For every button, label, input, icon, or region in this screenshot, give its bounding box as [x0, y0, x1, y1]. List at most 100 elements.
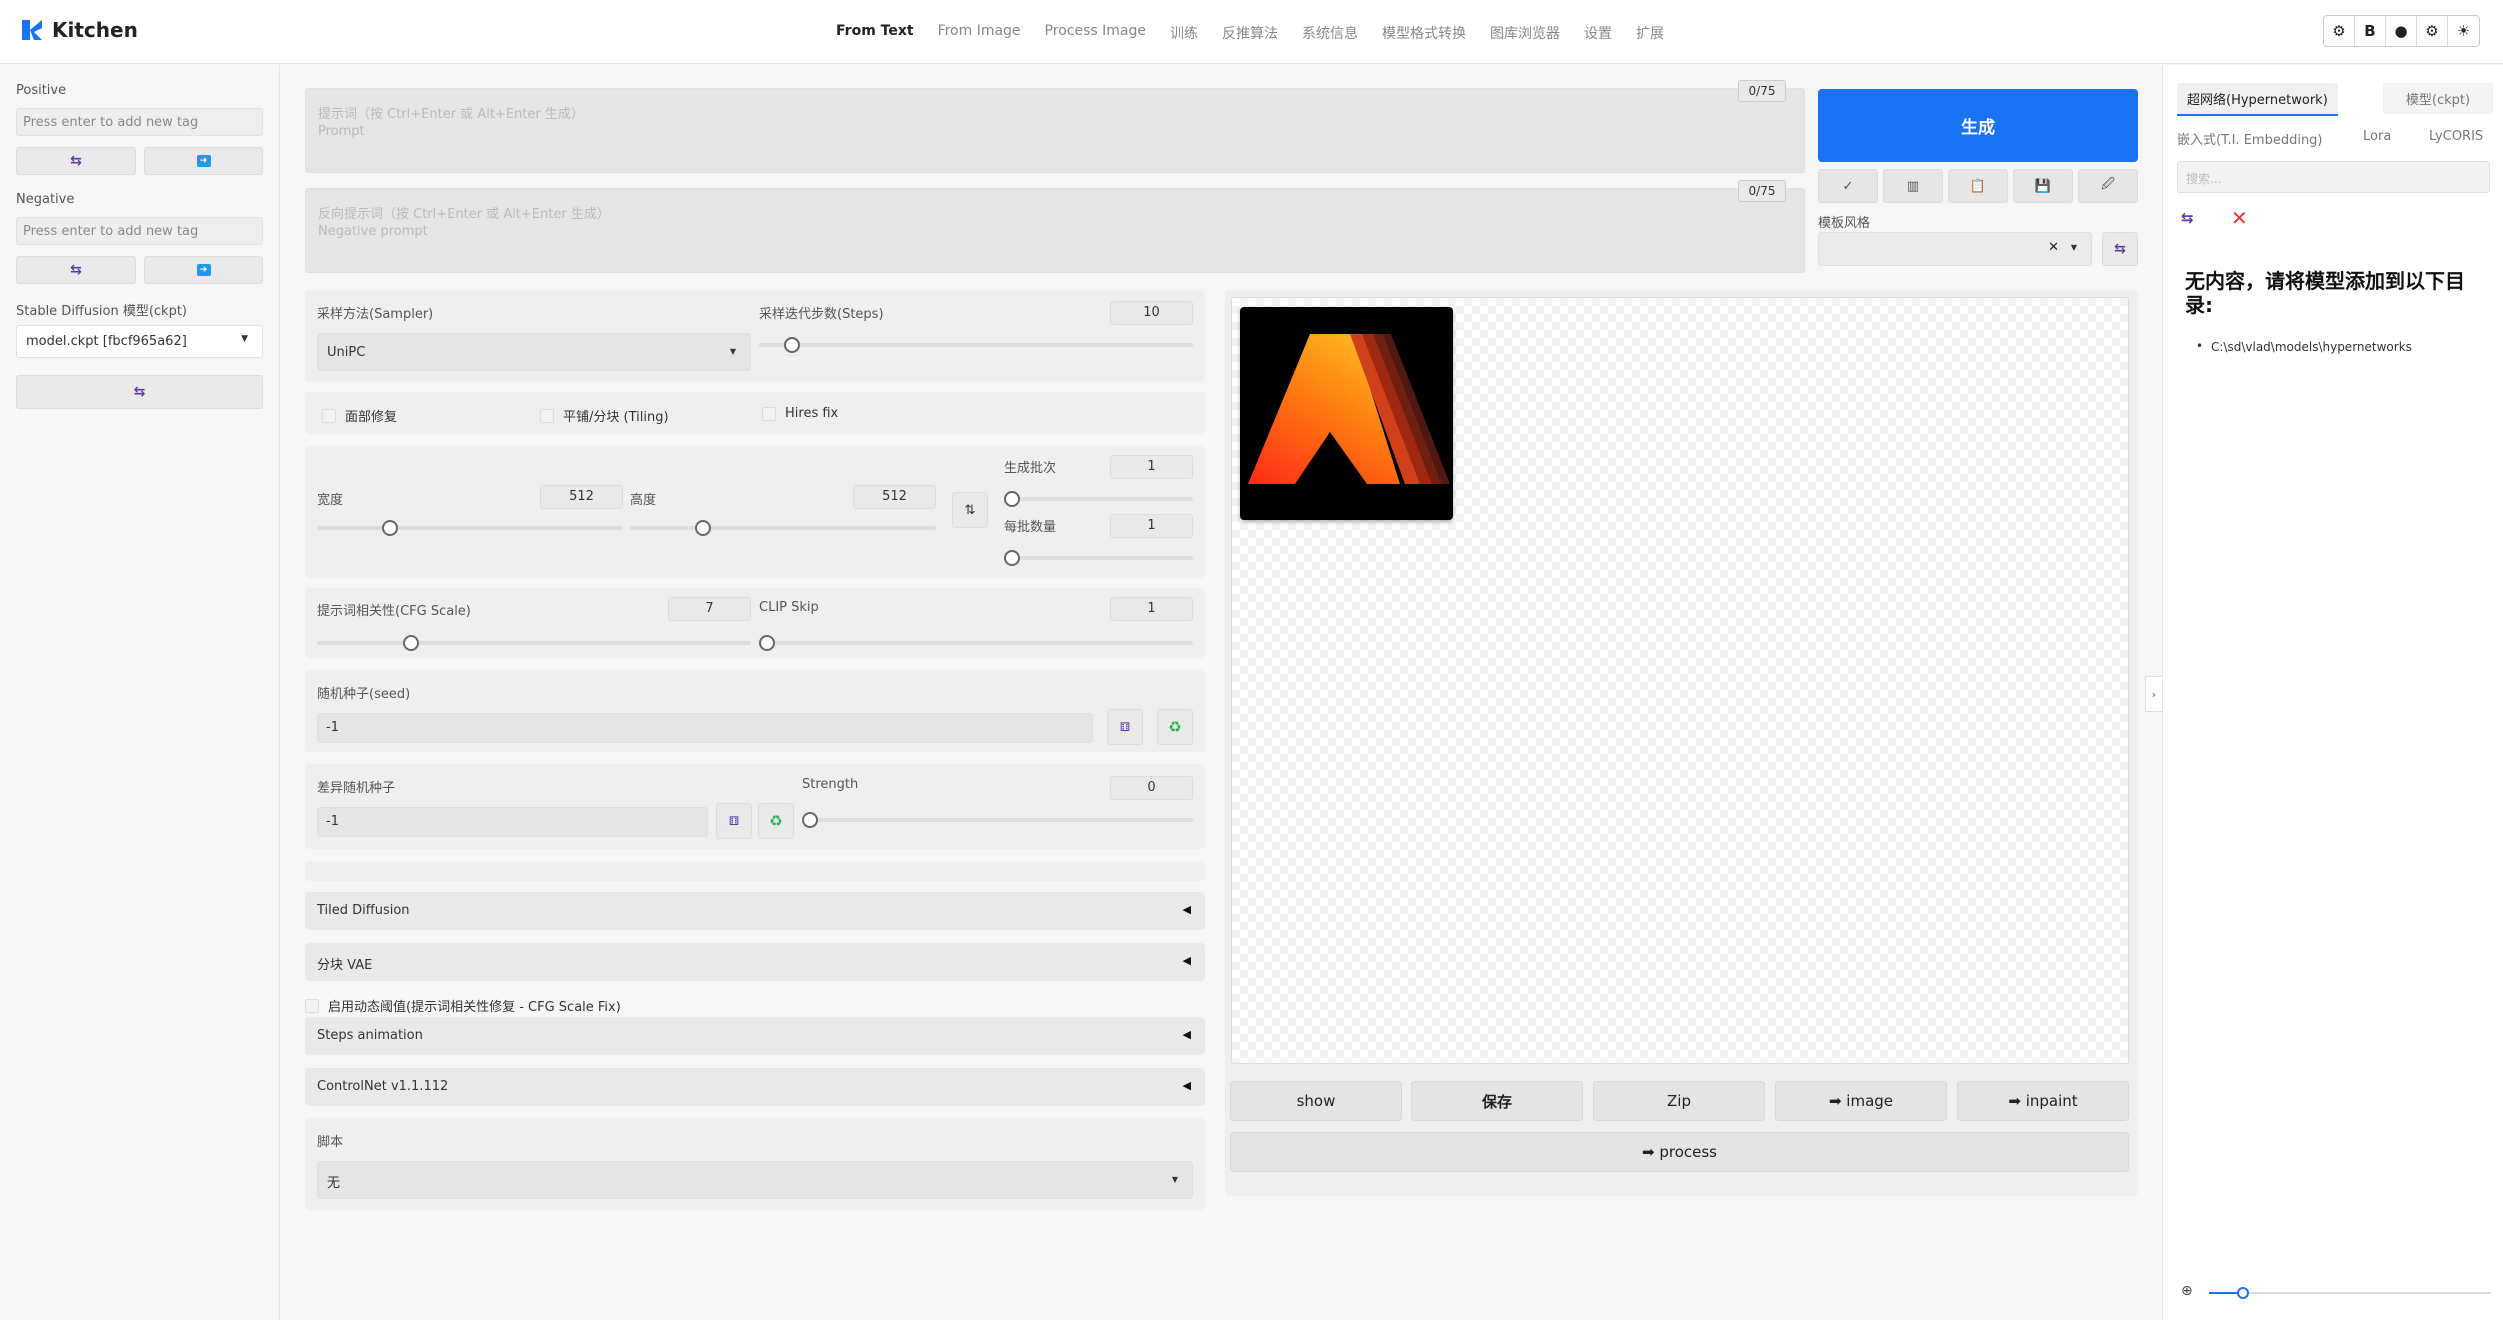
batch-size-slider[interactable]: [1004, 550, 1193, 566]
batch-size-number[interactable]: 1: [1110, 514, 1193, 538]
bold-b-icon[interactable]: B: [2355, 16, 2386, 46]
strength-slider[interactable]: [802, 812, 1193, 828]
clip-skip-slider-knob[interactable]: [759, 635, 775, 651]
gallery-thumbnail[interactable]: [1240, 307, 1453, 520]
model-refresh-button[interactable]: ⇆: [16, 375, 263, 409]
clear-icon[interactable]: ✕: [2048, 240, 2059, 255]
clip-skip-label: CLIP Skip: [759, 600, 819, 615]
zoom-slider[interactable]: [2209, 1287, 2491, 1299]
tiled-diffusion-accordion[interactable]: Tiled Diffusion ◀: [305, 892, 1205, 930]
tab-embedding[interactable]: 嵌入式(T.I. Embedding): [2173, 123, 2327, 154]
chevron-right-icon[interactable]: ›: [2145, 676, 2162, 712]
variation-reuse-button[interactable]: ♻: [758, 803, 794, 839]
steps-label: 采样迭代步数(Steps): [759, 307, 884, 322]
swap-dimensions-button[interactable]: ⇅: [952, 492, 988, 528]
positive-send-button[interactable]: ➜: [144, 147, 263, 175]
batch-count-slider[interactable]: [1004, 491, 1193, 507]
strength-number[interactable]: 0: [1110, 776, 1193, 800]
nav-settings[interactable]: 设置: [1572, 20, 1624, 46]
zip-button[interactable]: Zip: [1593, 1081, 1765, 1121]
nav-extensions[interactable]: 扩展: [1624, 20, 1676, 46]
checkbox-box[interactable]: [762, 406, 776, 421]
edit-style-button[interactable]: 🖉: [2078, 169, 2138, 203]
variation-random-button[interactable]: ⚅: [716, 803, 752, 839]
checkbox-box[interactable]: [540, 408, 554, 423]
theme-sun-icon[interactable]: ☀: [2448, 16, 2479, 46]
tab-lycoris[interactable]: LyCORIS: [2425, 123, 2487, 150]
positive-swap-button[interactable]: ⇆: [16, 147, 136, 175]
nav-image-browser[interactable]: 图库浏览器: [1478, 20, 1572, 46]
batch-count-slider-knob[interactable]: [1004, 491, 1020, 507]
clip-skip-slider[interactable]: [759, 635, 1193, 651]
clear-prompt-button[interactable]: ▥: [1883, 169, 1943, 203]
send-to-image-button[interactable]: ➡ image: [1775, 1081, 1947, 1121]
app-logo[interactable]: Kitchen: [22, 18, 138, 42]
refresh-icon[interactable]: ⇆: [2181, 209, 2194, 227]
negative-send-button[interactable]: ➜: [144, 256, 263, 284]
send-to-inpaint-button[interactable]: ➡ inpaint: [1957, 1081, 2129, 1121]
save-button[interactable]: 保存: [1411, 1081, 1583, 1121]
nav-from-text[interactable]: From Text: [824, 20, 926, 46]
checkbox-box[interactable]: [322, 408, 336, 423]
cfg-number[interactable]: 7: [668, 597, 751, 621]
tiling-checkbox[interactable]: 平铺/分块 (Tiling): [540, 406, 669, 425]
reuse-seed-button[interactable]: ♻: [1157, 709, 1193, 745]
width-slider[interactable]: [317, 520, 623, 536]
positive-tag-input[interactable]: Press enter to add new tag: [16, 108, 263, 136]
settings-icon[interactable]: ⚙: [2324, 16, 2355, 46]
negative-prompt-textarea[interactable]: 反向提示词（按 Ctrl+Enter 或 Alt+Enter 生成） Negat…: [305, 188, 1805, 273]
height-slider[interactable]: [630, 520, 936, 536]
model-select[interactable]: model.ckpt [fbcf965a62] ▼: [16, 325, 263, 358]
dynamic-threshold-checkbox[interactable]: 启用动态阈值(提示词相关性修复 - CFG Scale Fix): [305, 996, 621, 1015]
tab-lora[interactable]: Lora: [2359, 123, 2395, 150]
checkbox-box[interactable]: [305, 998, 319, 1013]
nav-interrogate[interactable]: 反推算法: [1210, 20, 1290, 46]
script-select[interactable]: 无 ▼: [317, 1161, 1193, 1199]
apply-style-button[interactable]: ✓: [1818, 169, 1878, 203]
hires-fix-checkbox[interactable]: Hires fix: [762, 406, 838, 421]
tab-ckpt[interactable]: 模型(ckpt): [2383, 83, 2493, 114]
clip-skip-number[interactable]: 1: [1110, 597, 1193, 621]
steps-number[interactable]: 10: [1110, 301, 1193, 325]
nav-from-image[interactable]: From Image: [926, 20, 1033, 46]
save-style-button[interactable]: 💾: [2013, 169, 2073, 203]
generate-button[interactable]: 生成: [1818, 89, 2138, 162]
tab-hypernetwork[interactable]: 超网络(Hypernetwork): [2177, 83, 2338, 116]
sampler-select[interactable]: UniPC ▼: [317, 333, 751, 371]
close-icon[interactable]: ✕: [2231, 206, 2248, 230]
steps-animation-accordion[interactable]: Steps animation ◀: [305, 1017, 1205, 1055]
tiled-vae-accordion[interactable]: 分块 VAE ◀: [305, 943, 1205, 981]
gear-icon[interactable]: ⚙: [2417, 16, 2448, 46]
height-number[interactable]: 512: [853, 485, 936, 509]
width-number[interactable]: 512: [540, 485, 623, 509]
batch-count-number[interactable]: 1: [1110, 455, 1193, 479]
cfg-slider[interactable]: [317, 635, 751, 651]
negative-tag-input[interactable]: Press enter to add new tag: [16, 217, 263, 245]
style-select[interactable]: ✕ ▼: [1818, 232, 2092, 266]
github-icon[interactable]: ●: [2386, 16, 2417, 46]
style-refresh-button[interactable]: ⇆: [2102, 232, 2138, 266]
chevron-down-icon: ▼: [2070, 243, 2077, 252]
nav-system-info[interactable]: 系统信息: [1290, 20, 1370, 46]
send-to-process-button[interactable]: ➡ process: [1230, 1132, 2129, 1172]
variation-seed-input[interactable]: -1: [317, 807, 708, 837]
nav-process-image[interactable]: Process Image: [1033, 20, 1158, 46]
random-seed-button[interactable]: ⚅: [1107, 709, 1143, 745]
paste-button[interactable]: 📋: [1948, 169, 2008, 203]
show-button[interactable]: show: [1230, 1081, 1402, 1121]
controlnet-accordion[interactable]: ControlNet v1.1.112 ◀: [305, 1068, 1205, 1106]
search-input[interactable]: 搜索...: [2177, 161, 2490, 193]
send-icon: ➜: [196, 264, 211, 276]
negative-swap-button[interactable]: ⇆: [16, 256, 136, 284]
nav-train[interactable]: 训练: [1158, 20, 1210, 46]
face-restore-checkbox[interactable]: 面部修复: [322, 406, 397, 425]
dynamic-threshold-label: 启用动态阈值(提示词相关性修复 - CFG Scale Fix): [328, 1000, 621, 1015]
chevron-down-icon: ▼: [729, 347, 736, 356]
nav-model-convert[interactable]: 模型格式转换: [1370, 20, 1478, 46]
steps-slider[interactable]: [759, 337, 1193, 353]
batch-size-slider-knob[interactable]: [1004, 550, 1020, 566]
prompt-textarea[interactable]: 提示词（按 Ctrl+Enter 或 Alt+Enter 生成） Prompt: [305, 88, 1805, 173]
strength-slider-knob[interactable]: [802, 812, 818, 828]
zoom-knob[interactable]: [2237, 1287, 2249, 1299]
seed-input[interactable]: -1: [317, 713, 1093, 743]
